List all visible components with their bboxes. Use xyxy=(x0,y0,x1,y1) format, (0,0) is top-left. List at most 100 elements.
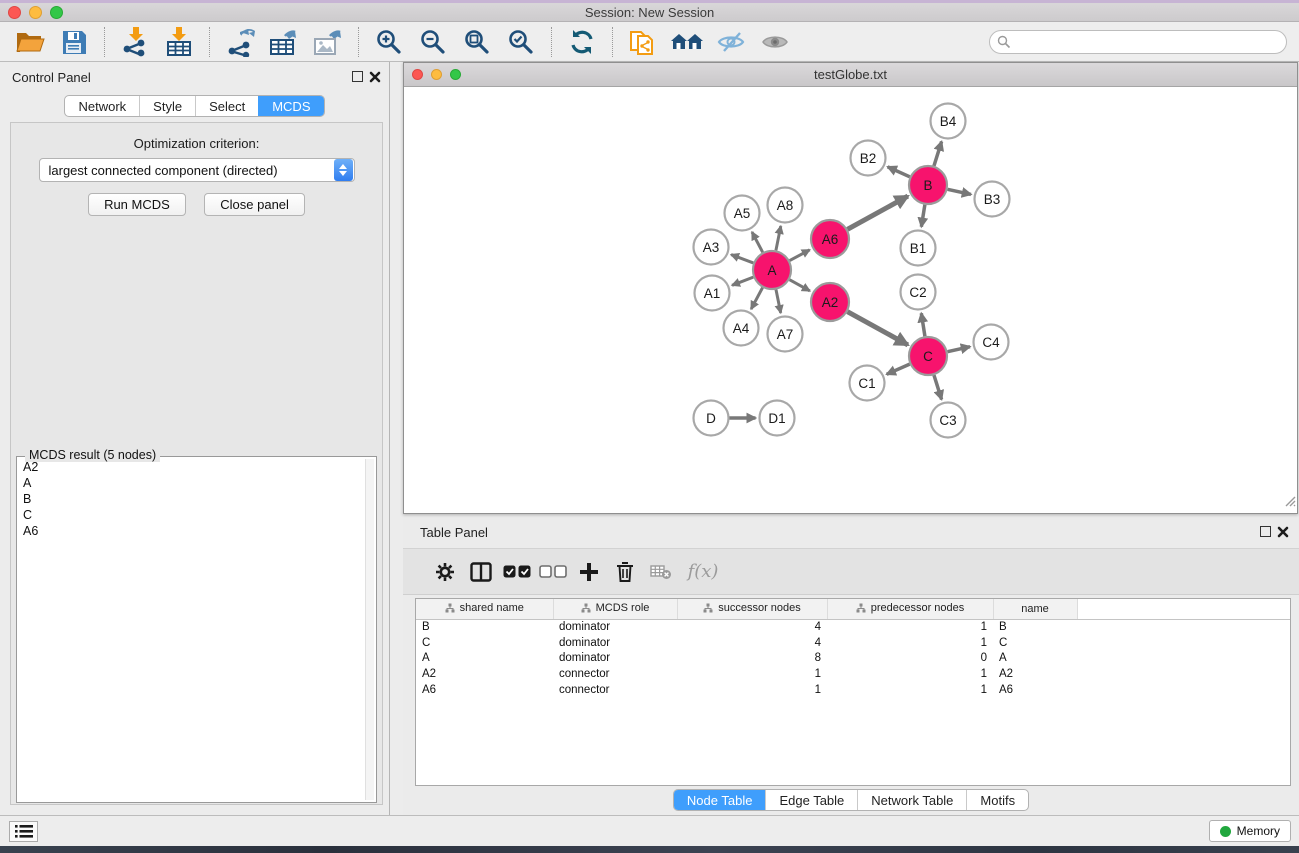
cell-predecessor-nodes[interactable]: 0 xyxy=(827,651,993,667)
edge-A-A6[interactable] xyxy=(790,250,810,261)
cell-successor-nodes[interactable]: 4 xyxy=(677,619,827,635)
column-header-shared-name[interactable]: shared name xyxy=(416,599,553,619)
delete-columns-trash-icon[interactable] xyxy=(607,554,643,590)
node-C3[interactable]: C3 xyxy=(931,403,966,438)
cell-MCDS-role[interactable]: dominator xyxy=(553,619,677,635)
edge-A6-B[interactable] xyxy=(848,196,908,229)
edge-B-B3[interactable] xyxy=(948,189,971,194)
table-row[interactable]: A6connector11A6 xyxy=(416,682,1290,698)
cell-shared-name[interactable]: B xyxy=(416,619,553,635)
mcds-result-item[interactable]: A xyxy=(19,475,364,491)
edge-C-C4[interactable] xyxy=(948,347,970,352)
node-A7[interactable]: A7 xyxy=(768,317,803,352)
tab-select[interactable]: Select xyxy=(195,96,258,116)
table-row[interactable]: Adominator80A xyxy=(416,651,1290,667)
edge-C-C2[interactable] xyxy=(921,313,925,336)
zoom-window-button[interactable] xyxy=(50,6,63,19)
table-row[interactable]: Cdominator41C xyxy=(416,635,1290,651)
node-A1[interactable]: A1 xyxy=(695,276,730,311)
node-A6[interactable]: A6 xyxy=(811,220,849,258)
table-row[interactable]: A2connector11A2 xyxy=(416,666,1290,682)
cell-name[interactable]: A6 xyxy=(993,682,1077,698)
table-row[interactable]: Bdominator41B xyxy=(416,619,1290,635)
cell-name[interactable]: B xyxy=(993,619,1077,635)
close-network-window-button[interactable] xyxy=(412,69,423,80)
save-session-icon[interactable] xyxy=(57,25,91,59)
column-header-successor-nodes[interactable]: successor nodes xyxy=(677,599,827,619)
memory-button[interactable]: Memory xyxy=(1209,820,1291,842)
cell-name[interactable]: A xyxy=(993,651,1077,667)
cell-MCDS-role[interactable]: connector xyxy=(553,682,677,698)
tab-mcds[interactable]: MCDS xyxy=(258,96,323,116)
refresh-layout-icon[interactable] xyxy=(565,25,599,59)
mcds-result-item[interactable]: A2 xyxy=(19,459,364,475)
split-columns-icon[interactable] xyxy=(463,554,499,590)
node-A8[interactable]: A8 xyxy=(768,188,803,223)
cell-name[interactable]: C xyxy=(993,635,1077,651)
open-session-icon[interactable] xyxy=(13,25,47,59)
optimization-criterion-select[interactable]: largest connected component (directed) xyxy=(39,158,355,182)
zoom-network-window-button[interactable] xyxy=(450,69,461,80)
float-table-panel-icon[interactable] xyxy=(1260,526,1271,537)
tab-network-table[interactable]: Network Table xyxy=(857,790,966,810)
cell-successor-nodes[interactable]: 8 xyxy=(677,651,827,667)
import-network-icon[interactable] xyxy=(118,25,152,59)
edge-A-A3[interactable] xyxy=(731,255,753,263)
cell-successor-nodes[interactable]: 1 xyxy=(677,682,827,698)
column-header-name[interactable]: name xyxy=(993,599,1077,619)
node-B4[interactable]: B4 xyxy=(931,104,966,139)
cell-MCDS-role[interactable]: dominator xyxy=(553,635,677,651)
node-C[interactable]: C xyxy=(909,337,947,375)
resize-grip-icon[interactable] xyxy=(1283,494,1296,512)
zoom-out-icon[interactable] xyxy=(416,25,450,59)
mcds-result-item[interactable]: C xyxy=(19,507,364,523)
edge-A2-C[interactable] xyxy=(848,312,908,345)
mcds-result-item[interactable]: B xyxy=(19,491,364,507)
cell-MCDS-role[interactable]: dominator xyxy=(553,651,677,667)
edge-A-A4[interactable] xyxy=(751,288,762,309)
close-window-button[interactable] xyxy=(8,6,21,19)
edge-A-A7[interactable] xyxy=(776,290,781,313)
cell-shared-name[interactable]: A6 xyxy=(416,682,553,698)
export-table-icon[interactable] xyxy=(267,25,301,59)
close-table-panel-icon[interactable] xyxy=(1277,525,1289,543)
cell-MCDS-role[interactable]: connector xyxy=(553,666,677,682)
network-window-titlebar[interactable]: testGlobe.txt xyxy=(404,63,1297,87)
tab-node-table[interactable]: Node Table xyxy=(674,790,766,810)
deselect-all-checkboxes-icon[interactable] xyxy=(535,554,571,590)
minimize-window-button[interactable] xyxy=(29,6,42,19)
cell-successor-nodes[interactable]: 1 xyxy=(677,666,827,682)
export-network-icon[interactable] xyxy=(223,25,257,59)
node-C4[interactable]: C4 xyxy=(974,325,1009,360)
tab-style[interactable]: Style xyxy=(139,96,195,116)
node-A3[interactable]: A3 xyxy=(694,230,729,265)
node-B3[interactable]: B3 xyxy=(975,182,1010,217)
cell-predecessor-nodes[interactable]: 1 xyxy=(827,666,993,682)
node-B2[interactable]: B2 xyxy=(851,141,886,176)
edge-A-A8[interactable] xyxy=(776,226,781,250)
edge-B-B2[interactable] xyxy=(888,167,910,177)
cell-successor-nodes[interactable]: 4 xyxy=(677,635,827,651)
edge-B-B1[interactable] xyxy=(921,205,924,227)
close-panel-button[interactable]: Close panel xyxy=(204,193,305,216)
edge-C-C3[interactable] xyxy=(934,375,942,399)
column-header-predecessor-nodes[interactable]: predecessor nodes xyxy=(827,599,993,619)
edge-B-B4[interactable] xyxy=(934,142,942,166)
node-A4[interactable]: A4 xyxy=(724,311,759,346)
tab-edge-table[interactable]: Edge Table xyxy=(765,790,857,810)
node-D1[interactable]: D1 xyxy=(760,401,795,436)
cell-shared-name[interactable]: A2 xyxy=(416,666,553,682)
node-B[interactable]: B xyxy=(909,166,947,204)
scrollbar-track[interactable] xyxy=(365,459,374,800)
edge-A-A5[interactable] xyxy=(752,232,763,252)
node-A[interactable]: A xyxy=(753,251,791,289)
node-B1[interactable]: B1 xyxy=(901,231,936,266)
node-C1[interactable]: C1 xyxy=(850,366,885,401)
hide-selected-eye-icon[interactable] xyxy=(714,25,748,59)
select-all-checkboxes-icon[interactable] xyxy=(499,554,535,590)
zoom-in-icon[interactable] xyxy=(372,25,406,59)
node-C2[interactable]: C2 xyxy=(901,275,936,310)
zoom-fit-icon[interactable] xyxy=(460,25,494,59)
zoom-selected-icon[interactable] xyxy=(504,25,538,59)
cell-shared-name[interactable]: A xyxy=(416,651,553,667)
